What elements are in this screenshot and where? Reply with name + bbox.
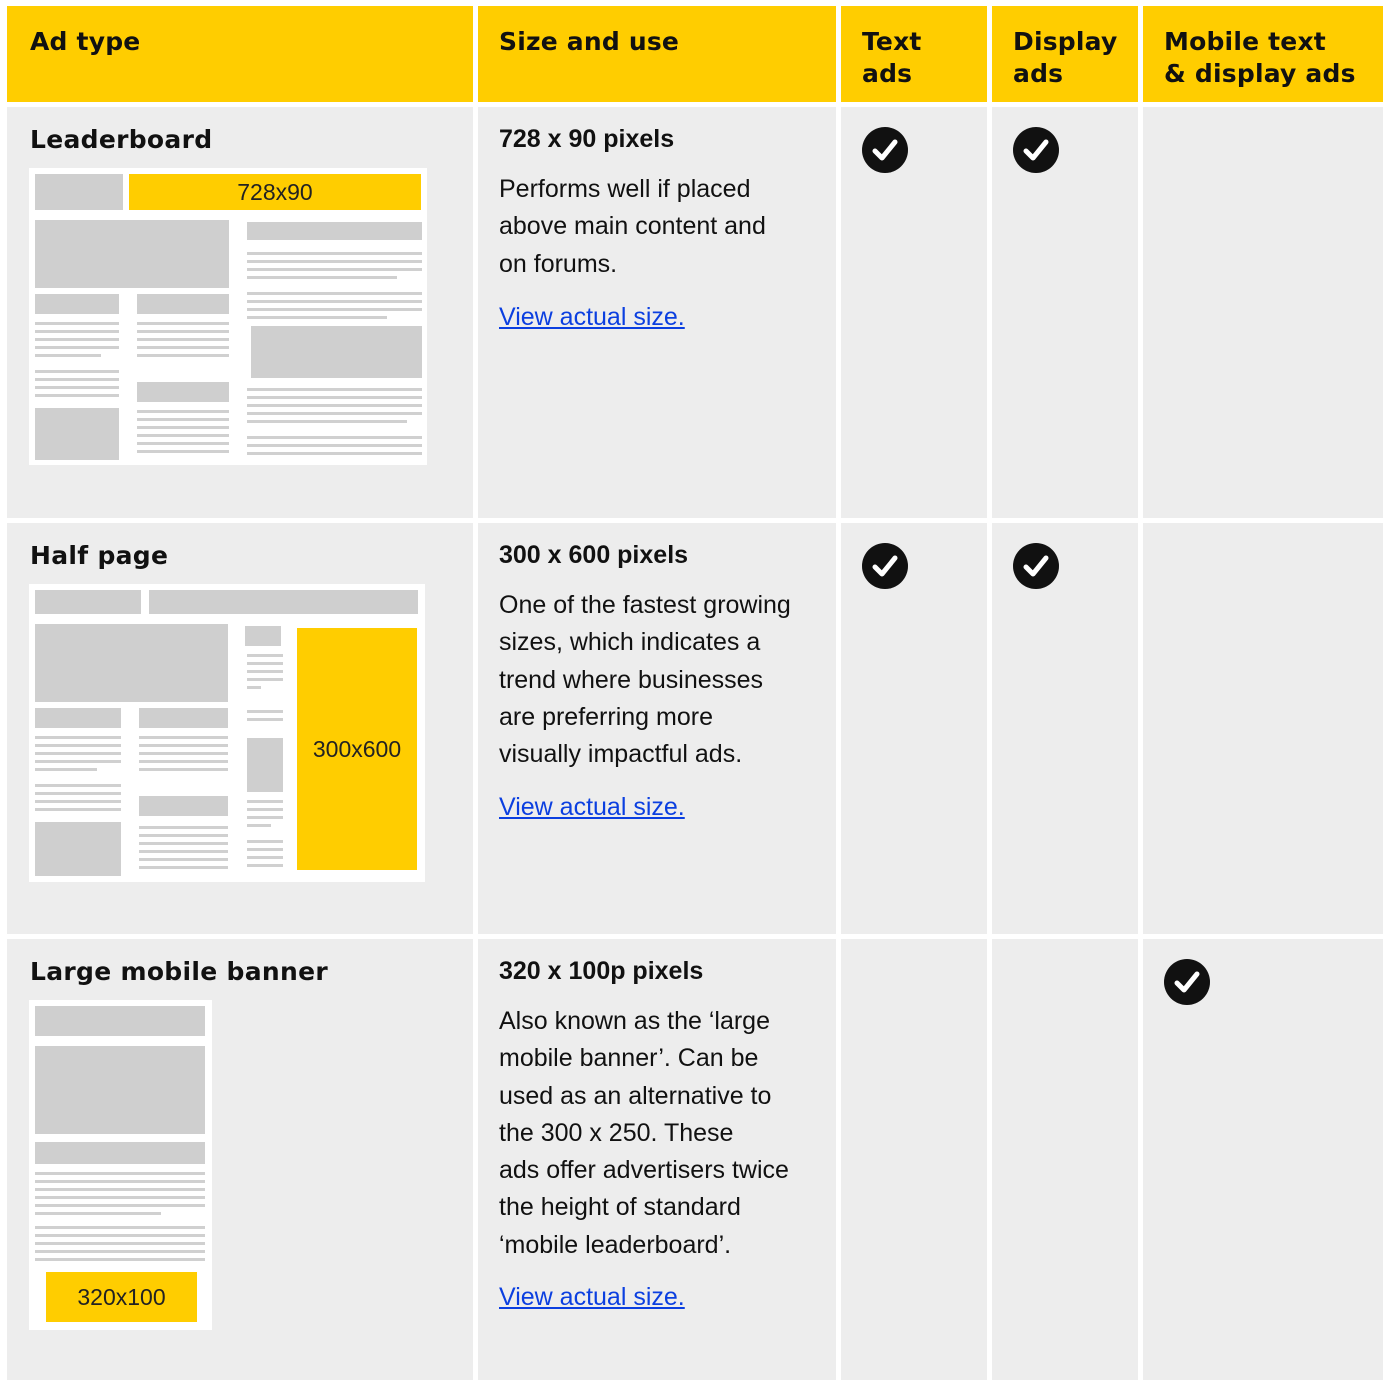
header-label: Size and use [499, 27, 680, 56]
table-row-large-mobile-banner-type: Large mobile banner 320x100 [7, 939, 473, 1380]
ad-type-name: Large mobile banner [30, 957, 328, 986]
view-actual-size-link[interactable]: View actual size. [499, 303, 685, 332]
half-page-preview: 300x600 [29, 584, 425, 882]
ad-placement-label: 300x600 [297, 628, 417, 870]
check-circle-icon [862, 543, 908, 589]
table-row-leaderboard-text-ads [841, 107, 987, 518]
ad-placement-label: 320x100 [46, 1272, 197, 1322]
table-row-leaderboard-mobile-ads [1143, 107, 1383, 518]
table-row-half-page-mobile-ads [1143, 523, 1383, 934]
table-row-large-mobile-banner-mobile-ads [1143, 939, 1383, 1380]
table-row-leaderboard-display-ads [992, 107, 1138, 518]
table-row-large-mobile-banner-size: 320 x 100p pixels Also known as the ‘lar… [478, 939, 836, 1380]
table-row-large-mobile-banner-display-ads [992, 939, 1138, 1380]
check-circle-icon [1013, 543, 1059, 589]
ad-type-name: Leaderboard [30, 125, 213, 154]
table-row-leaderboard-size: 728 x 90 pixels Performs well if placed … [478, 107, 836, 518]
header-label-line: Display [1013, 27, 1118, 56]
check-circle-icon [862, 127, 908, 173]
header-mobile-ads: Mobile text & display ads [1143, 6, 1383, 102]
header-text-ads: Text ads [841, 6, 987, 102]
header-display-ads: Display ads [992, 6, 1138, 102]
check-circle-icon [1164, 959, 1210, 1005]
view-actual-size-link[interactable]: View actual size. [499, 793, 685, 822]
ad-description: Performs well if placed above main conte… [499, 175, 766, 278]
ad-description: Also known as the ‘large mobile banner’.… [499, 1007, 789, 1259]
leaderboard-preview: 728x90 [29, 168, 427, 465]
ad-size: 300 x 600 pixels [499, 541, 689, 569]
header-label-line: ads [1013, 59, 1064, 88]
header-label-line: Mobile text [1164, 27, 1326, 56]
table-row-half-page-display-ads [992, 523, 1138, 934]
header-size-and-use: Size and use [478, 6, 836, 102]
ad-placement-label: 728x90 [129, 174, 421, 210]
table-row-large-mobile-banner-text-ads [841, 939, 987, 1380]
header-label-line: ads [862, 59, 913, 88]
header-ad-type: Ad type [7, 6, 473, 102]
ad-size: 320 x 100p pixels [499, 957, 704, 985]
view-actual-size-link[interactable]: View actual size. [499, 1283, 685, 1312]
header-label-line: & display ads [1164, 59, 1356, 88]
check-circle-icon [1013, 127, 1059, 173]
ad-type-name: Half page [30, 541, 169, 570]
table-row-half-page-type: Half page 300x600 [7, 523, 473, 934]
table-row-half-page-size: 300 x 600 pixels One of the fastest grow… [478, 523, 836, 934]
large-mobile-banner-preview: 320x100 [29, 1000, 212, 1330]
table-row-half-page-text-ads [841, 523, 987, 934]
ad-size: 728 x 90 pixels [499, 125, 675, 153]
table-row-leaderboard-type: Leaderboard 728x90 [7, 107, 473, 518]
header-label-line: Text [862, 27, 922, 56]
header-label: Ad type [30, 27, 141, 56]
ad-description: One of the fastest growing sizes, which … [499, 591, 791, 769]
